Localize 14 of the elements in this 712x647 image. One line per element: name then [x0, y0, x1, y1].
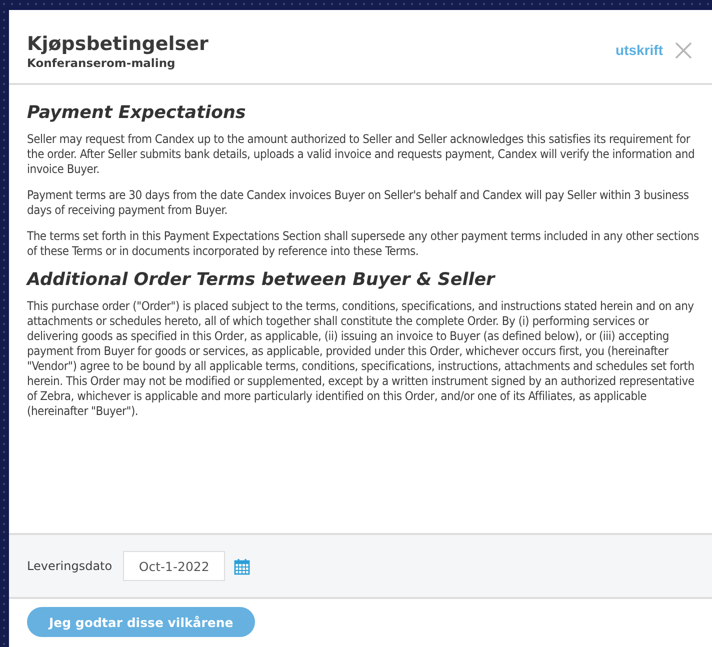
dialog-title: Kjøpsbetingelser — [27, 32, 210, 56]
terms-paragraph: Payment terms are 30 days from the date Candex invoices Buyer on Seller's behalf and Candex will pay Seller within 3 business days of receiving payment from Buyer. — [27, 188, 690, 218]
accept-terms-button[interactable]: Jeg godtar disse vilkårene — [27, 607, 256, 637]
section-heading: Payment Expectations — [27, 103, 247, 123]
close-icon[interactable] — [675, 42, 692, 59]
dialog-subtitle: Konferanserom-maling — [27, 56, 176, 70]
terms-paragraph: The terms set forth in this Payment Expectations Section shall supersede any other payment terms included in any other sections of these Terms or in documents incorporated by reference into these Terms. — [27, 229, 700, 259]
delivery-date-label: Leveringsdato — [27, 559, 112, 573]
calendar-icon[interactable] — [234, 558, 250, 574]
section-heading: Additional Order Terms between Buyer & Seller — [27, 270, 496, 290]
print-link[interactable]: utskrift — [616, 42, 663, 58]
terms-paragraph: Seller may request from Candex up to the amount authorized to Seller and Seller acknowledges this satisfies its requirement for the order. After Seller submits bank details, uploads a valid invoice and requests payment, Candex will verify the information and invoice Buyer. — [27, 132, 696, 177]
delivery-date-field[interactable]: Oct-1-2022 — [123, 551, 226, 581]
terms-paragraph: This purchase order ("Order") is placed subject to the terms, conditions, specifications, and instructions stated herein and on any attachments or schedules hereto, all of which together shall constitute the complete Order. By (i) performing services or delivering goods as specified in this Order, as applicable, (ii) issuing an invoice to Buyer (as defined below), or (iii) accepting payment from Buyer for goods or services, as applicable, provided under this Order, whichever occurs first, you (hereinafter "Vendor") agree to be bound by all applicable terms, conditions, specifications, instructions, attachments and schedules set forth herein. This Order may not be modified or supplemented, except by a written instrument signed by an authorized representative of Zebra, whichever is applicable and more particularly identified on this Order, and/or one of its Affiliates, as applicable (hereinafter "Buyer"). — [27, 299, 696, 419]
